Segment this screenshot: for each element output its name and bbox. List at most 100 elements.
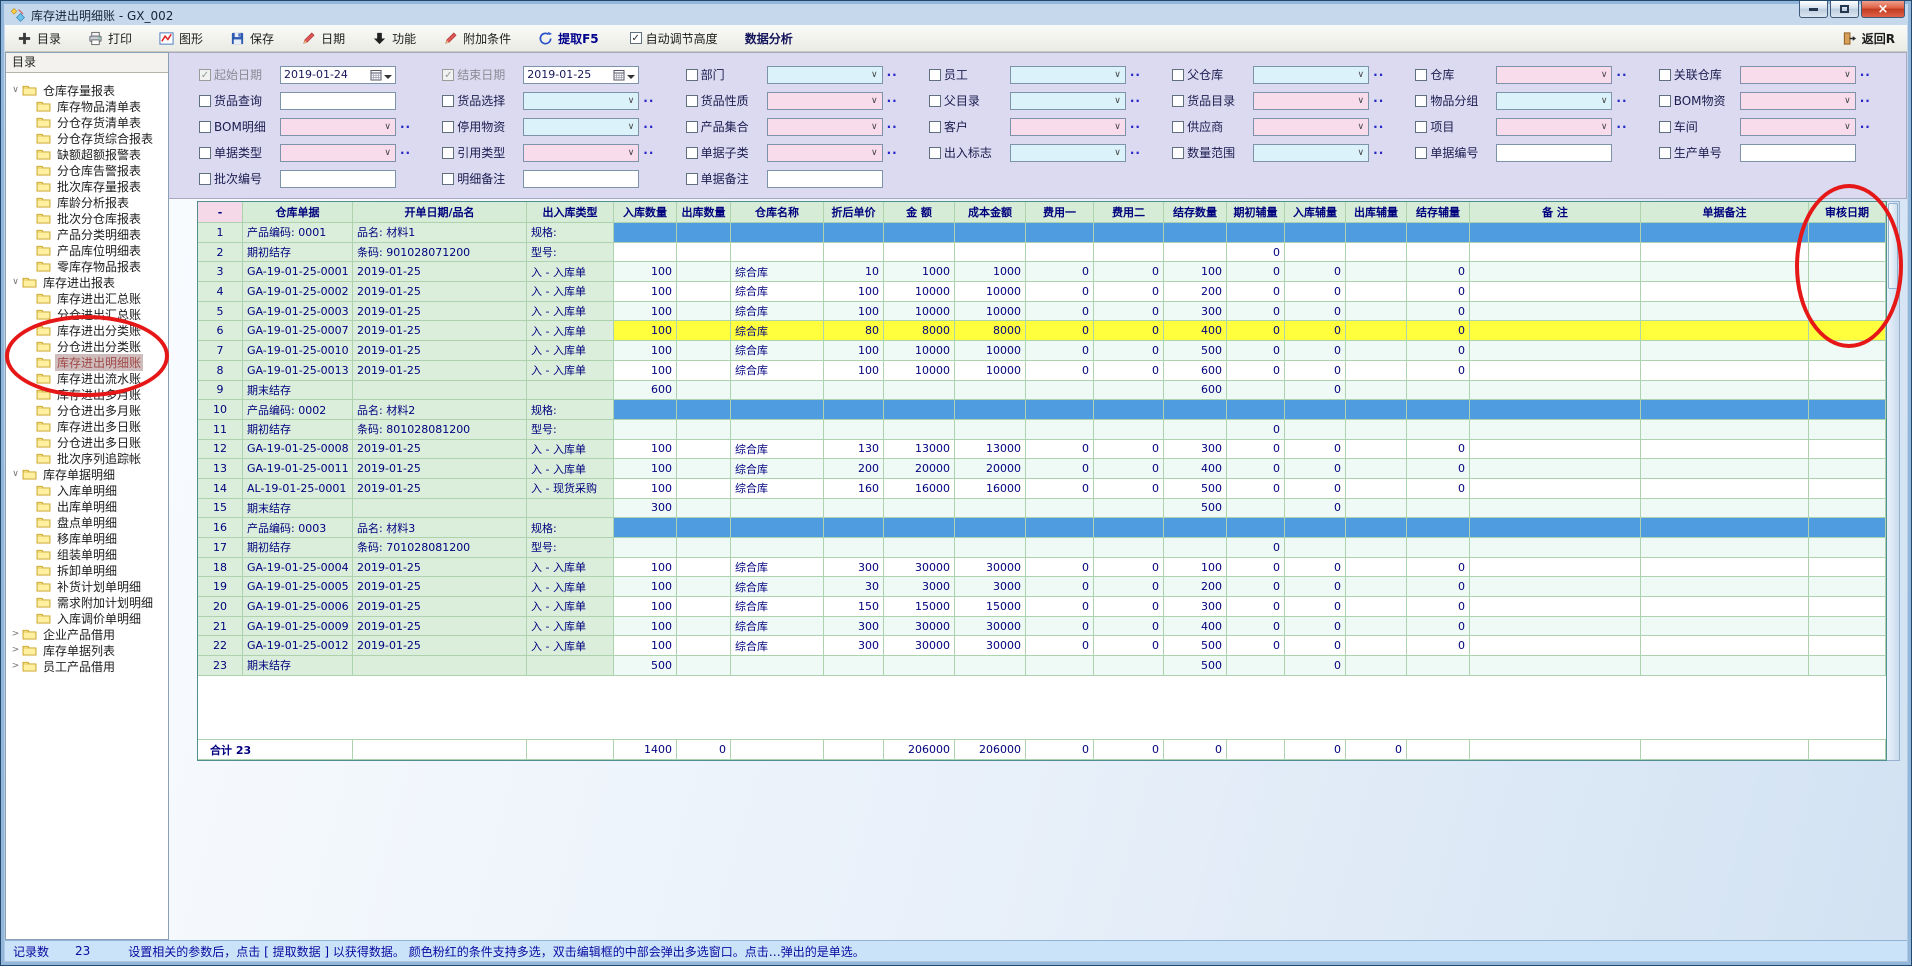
table-cell[interactable] [677, 400, 731, 420]
table-cell[interactable]: 160 [824, 479, 884, 499]
row-number-cell[interactable]: 20 [198, 597, 243, 617]
table-cell[interactable] [1346, 400, 1407, 420]
table-cell[interactable] [1809, 538, 1886, 558]
tree-item[interactable]: ∨库存单据明细 [6, 466, 168, 482]
table-cell[interactable] [1407, 243, 1470, 263]
combo-input[interactable]: ∨ [523, 144, 639, 162]
table-cell[interactable]: 2019-01-25 [353, 361, 527, 381]
table-cell[interactable]: GA-19-01-25-0001 [243, 262, 353, 282]
tree-item[interactable]: 库存进出汇总账 [6, 290, 168, 306]
row-number-cell[interactable]: 17 [198, 538, 243, 558]
table-cell[interactable]: 100 [824, 341, 884, 361]
table-cell[interactable]: 0 [1227, 262, 1285, 282]
table-row[interactable]: 9期末结存6006000 [198, 381, 1886, 401]
tree-item[interactable]: 分仓进出汇总账 [6, 306, 168, 322]
table-cell[interactable] [1470, 636, 1641, 656]
row-number-cell[interactable]: 21 [198, 617, 243, 637]
column-header[interactable]: 出入库类型 [527, 202, 614, 223]
table-cell[interactable]: 600 [614, 381, 677, 401]
table-cell[interactable] [1346, 656, 1407, 676]
ellipsis-picker-button[interactable]: ·· [643, 94, 654, 108]
table-cell[interactable] [1164, 420, 1227, 440]
table-cell[interactable] [1026, 538, 1094, 558]
column-header[interactable]: 入库数量 [614, 202, 677, 223]
table-cell[interactable] [1470, 282, 1641, 302]
table-cell[interactable] [1809, 499, 1886, 519]
table-cell[interactable] [1641, 656, 1809, 676]
table-cell[interactable] [1285, 518, 1346, 538]
table-cell[interactable] [1164, 223, 1227, 243]
row-number-cell[interactable]: 13 [198, 459, 243, 479]
table-cell[interactable]: 0 [1227, 636, 1285, 656]
table-cell[interactable] [677, 518, 731, 538]
table-cell[interactable]: 100 [824, 302, 884, 322]
table-cell[interactable] [1470, 518, 1641, 538]
table-cell[interactable]: 0 [1227, 558, 1285, 578]
table-cell[interactable]: 0 [1407, 479, 1470, 499]
table-cell[interactable]: GA-19-01-25-0013 [243, 361, 353, 381]
tree-item[interactable]: 出库单明细 [6, 498, 168, 514]
table-row[interactable]: 23期末结存5005000 [198, 656, 1886, 676]
table-cell[interactable]: 综合库 [731, 282, 824, 302]
table-cell[interactable]: 10000 [884, 361, 955, 381]
table-cell[interactable] [677, 617, 731, 637]
table-cell[interactable]: 0 [1227, 420, 1285, 440]
row-number-cell[interactable]: 7 [198, 341, 243, 361]
toolbar-button-save[interactable]: 保存 [230, 30, 274, 47]
table-cell[interactable]: 规格: [527, 223, 614, 243]
column-header[interactable]: 仓库名称 [731, 202, 824, 223]
table-cell[interactable] [1641, 400, 1809, 420]
ellipsis-picker-button[interactable]: ·· [1860, 120, 1871, 134]
table-cell[interactable]: 综合库 [731, 341, 824, 361]
table-cell[interactable] [955, 518, 1026, 538]
table-cell[interactable] [1026, 420, 1094, 440]
ellipsis-picker-button[interactable]: ·· [1130, 94, 1141, 108]
table-cell[interactable]: 0 [1285, 262, 1346, 282]
data-analysis-button[interactable]: 数据分析 [745, 30, 793, 47]
table-cell[interactable]: 0 [1407, 361, 1470, 381]
table-cell[interactable] [1809, 223, 1886, 243]
table-cell[interactable] [1470, 381, 1641, 401]
table-cell[interactable]: 0 [1285, 499, 1346, 519]
table-cell[interactable]: 16000 [884, 479, 955, 499]
table-cell[interactable] [614, 400, 677, 420]
table-cell[interactable] [955, 400, 1026, 420]
table-cell[interactable] [677, 381, 731, 401]
table-cell[interactable]: 综合库 [731, 636, 824, 656]
table-cell[interactable] [955, 499, 1026, 519]
row-number-cell[interactable]: 22 [198, 636, 243, 656]
table-cell[interactable] [1641, 459, 1809, 479]
table-cell[interactable] [1470, 558, 1641, 578]
table-cell[interactable]: 入 - 入库单 [527, 302, 614, 322]
table-cell[interactable]: 30 [824, 577, 884, 597]
table-cell[interactable]: 0 [1026, 302, 1094, 322]
table-cell[interactable]: GA-19-01-25-0008 [243, 440, 353, 460]
table-cell[interactable] [884, 400, 955, 420]
table-cell[interactable]: 20000 [955, 459, 1026, 479]
table-cell[interactable] [1346, 223, 1407, 243]
table-cell[interactable] [1809, 636, 1886, 656]
table-cell[interactable]: 10000 [884, 341, 955, 361]
scrollbar-thumb[interactable] [1888, 203, 1898, 289]
table-cell[interactable] [677, 243, 731, 263]
table-cell[interactable] [1094, 381, 1164, 401]
table-cell[interactable] [1809, 479, 1886, 499]
table-cell[interactable]: 3000 [884, 577, 955, 597]
table-cell[interactable]: 2019-01-25 [353, 577, 527, 597]
table-cell[interactable]: 0 [1285, 321, 1346, 341]
table-cell[interactable]: 400 [1164, 321, 1227, 341]
table-cell[interactable] [1227, 656, 1285, 676]
table-cell[interactable] [1470, 499, 1641, 519]
filter-checkbox[interactable] [1659, 121, 1671, 133]
toolbar-button-chart[interactable]: 图形 [159, 30, 203, 47]
tree-item[interactable]: 产品库位明细表 [6, 242, 168, 258]
table-cell[interactable] [1407, 381, 1470, 401]
combo-input[interactable]: ∨ [767, 66, 883, 84]
table-cell[interactable]: 0 [1026, 341, 1094, 361]
filter-checkbox[interactable] [1172, 69, 1184, 81]
table-cell[interactable]: 2019-01-25 [353, 479, 527, 499]
close-button[interactable]: × [1861, 1, 1905, 18]
combo-input[interactable]: ∨ [1010, 144, 1126, 162]
table-cell[interactable] [677, 459, 731, 479]
table-cell[interactable]: 100 [614, 597, 677, 617]
